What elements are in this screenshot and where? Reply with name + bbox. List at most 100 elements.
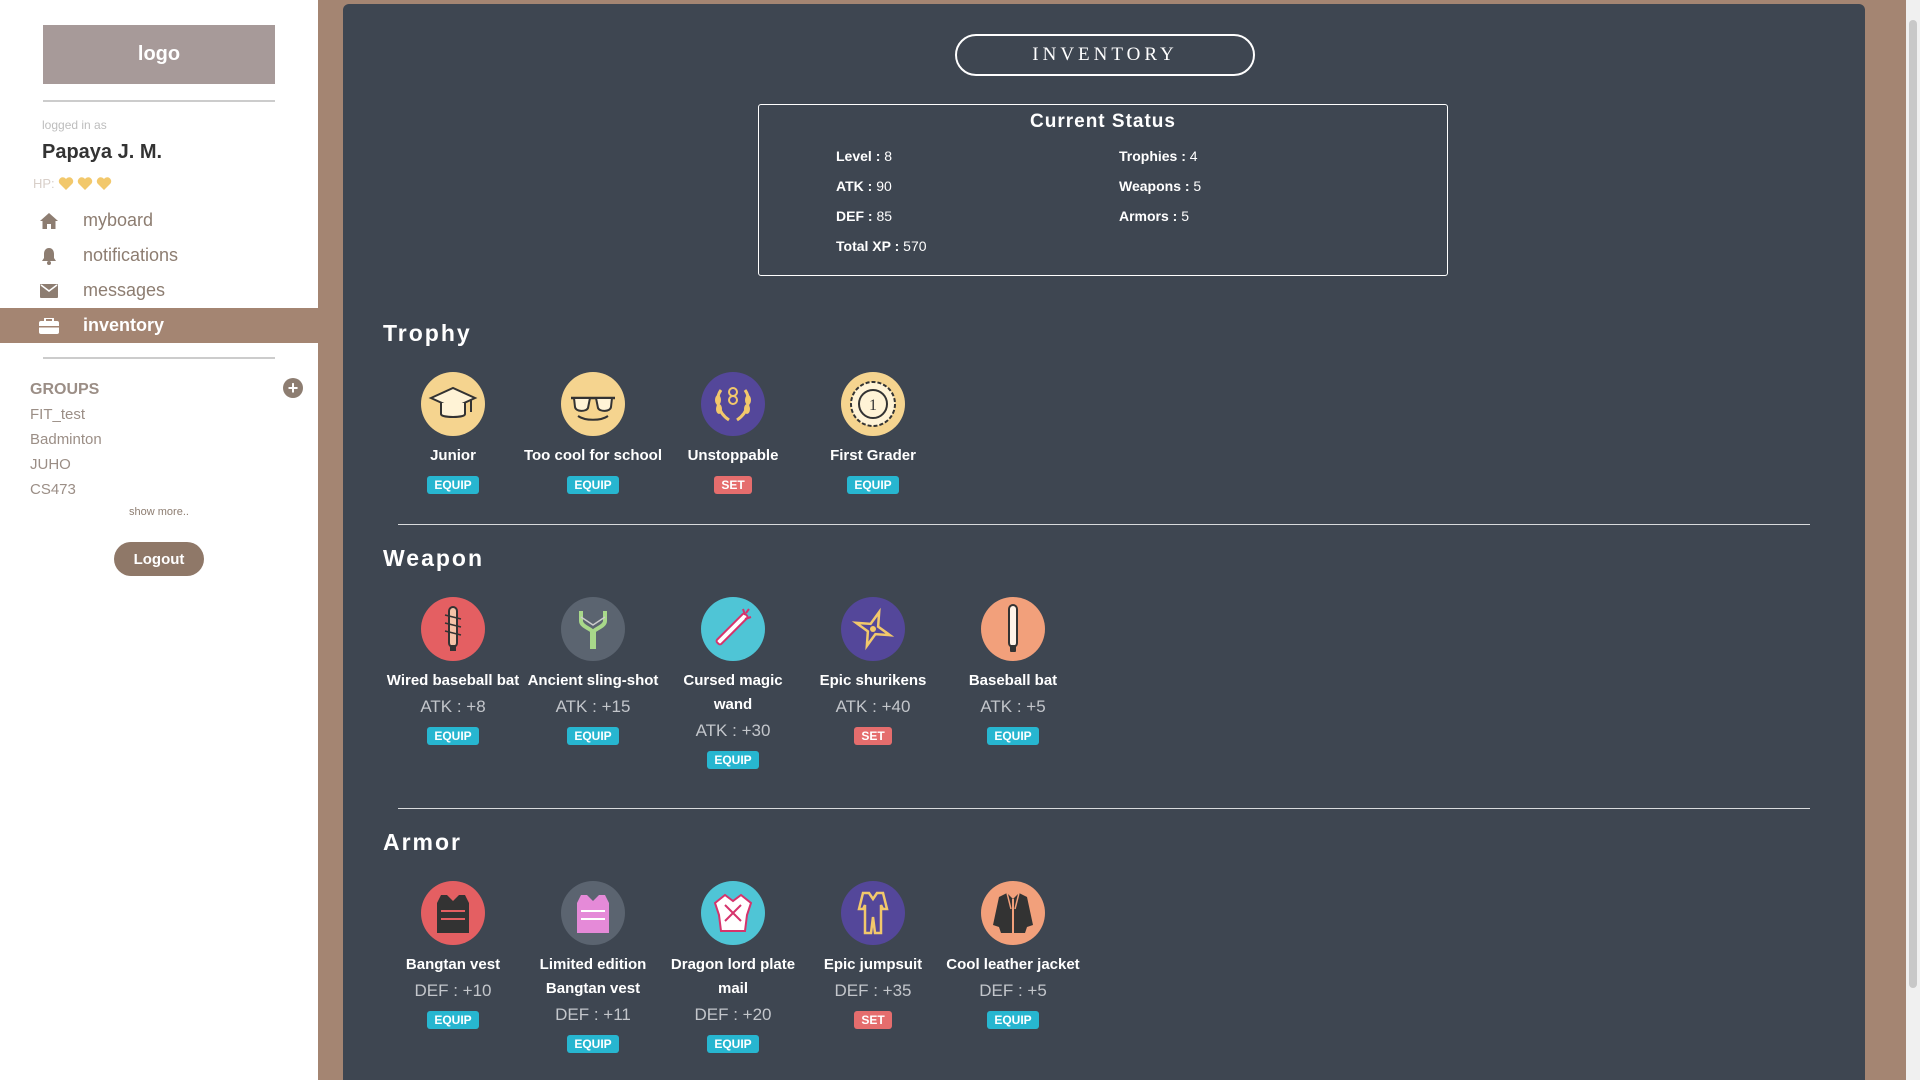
item-name: Wired baseball bat xyxy=(386,672,520,689)
set-button[interactable]: SET xyxy=(854,727,892,745)
item-stat: DEF : +5 xyxy=(979,981,1047,1000)
groups-title: GROUPS xyxy=(30,381,100,398)
item-name: Baseball bat xyxy=(968,672,1058,689)
weapon-item: Ancient sling-shot ATK : +15 EQUIP xyxy=(523,597,663,745)
nav-item-inventory[interactable]: inventory xyxy=(0,308,318,343)
scroll-thumb[interactable] xyxy=(1909,20,1917,988)
equip-button[interactable]: EQUIP xyxy=(427,476,479,494)
laurel-medal-icon xyxy=(701,372,765,436)
nav-item-messages[interactable]: messages xyxy=(0,273,318,308)
armor-item: Bangtan vest DEF : +10 EQUIP xyxy=(383,881,523,1029)
item-name: Cursed magic wand xyxy=(683,672,783,713)
nav-item-myboard[interactable]: myboard xyxy=(0,203,318,238)
hp-indicator: HP: xyxy=(33,176,112,191)
equip-button[interactable]: EQUIP xyxy=(567,476,619,494)
nav-item-notifications[interactable]: notifications xyxy=(0,238,318,273)
item-name: Cool leather jacket xyxy=(946,956,1080,973)
bell-icon xyxy=(39,246,59,266)
equip-button[interactable]: EQUIP xyxy=(427,727,479,745)
nav-label: inventory xyxy=(83,315,165,335)
wired-bat-icon xyxy=(421,597,485,661)
equip-button[interactable]: EQUIP xyxy=(707,751,759,769)
heart-icon xyxy=(96,177,111,190)
trophy-item: Junior EQUIP xyxy=(383,372,523,494)
baseball-bat-icon xyxy=(981,597,1045,661)
user-name: Papaya J. M. xyxy=(42,141,163,163)
divider xyxy=(43,100,275,102)
trophy-item: 1 First Grader EQUIP xyxy=(803,372,943,494)
slingshot-icon xyxy=(561,597,625,661)
item-name: Junior xyxy=(430,447,476,464)
equip-button[interactable]: EQUIP xyxy=(567,1035,619,1053)
equip-button[interactable]: EQUIP xyxy=(847,476,899,494)
group-item[interactable]: JUHO xyxy=(30,456,71,473)
trophy-item: Too cool for school EQUIP xyxy=(523,372,663,494)
item-name: Bangtan vest xyxy=(405,956,501,973)
nav-label: notifications xyxy=(83,245,179,265)
item-stat: DEF : +35 xyxy=(834,981,912,1000)
section-title-trophy: Trophy xyxy=(383,320,472,346)
group-item[interactable]: CS473 xyxy=(30,481,76,498)
logout-button[interactable]: Logout xyxy=(114,542,204,576)
group-item[interactable]: Badminton xyxy=(30,431,102,448)
sunglasses-icon xyxy=(561,372,625,436)
jumpsuit-icon xyxy=(841,881,905,945)
item-name: Epic shurikens xyxy=(819,672,927,689)
briefcase-icon xyxy=(39,316,59,336)
stat-level: Level : 8 xyxy=(836,148,893,164)
weapon-item: Wired baseball bat ATK : +8 EQUIP xyxy=(383,597,523,745)
equip-button[interactable]: EQUIP xyxy=(707,1035,759,1053)
home-icon xyxy=(39,211,59,231)
equip-button[interactable]: EQUIP xyxy=(567,727,619,745)
weapon-item: Epic shurikens ATK : +40 SET xyxy=(803,597,943,745)
trophy-item: Unstoppable SET xyxy=(663,372,803,494)
add-group-button[interactable]: + xyxy=(283,378,303,398)
stat-def: DEF : 85 xyxy=(836,208,893,224)
set-button[interactable]: SET xyxy=(714,476,752,494)
set-button[interactable]: SET xyxy=(854,1011,892,1029)
equip-button[interactable]: EQUIP xyxy=(987,727,1039,745)
stat-weapons: Weapons : 5 xyxy=(1119,178,1202,194)
item-name: Epic jumpsuit xyxy=(823,956,923,973)
armor-item: Dragon lord plate mail DEF : +20 EQUIP xyxy=(663,881,803,1053)
sidebar: logo logged in as Papaya J. M. HP: myboa… xyxy=(0,0,318,1080)
item-stat: DEF : +11 xyxy=(555,1005,631,1024)
item-stat: ATK : +30 xyxy=(695,721,771,740)
graduation-cap-icon xyxy=(421,372,485,436)
item-name: Too cool for school xyxy=(523,447,663,464)
stat-trophies: Trophies : 4 xyxy=(1119,148,1198,164)
section-divider xyxy=(398,524,1810,525)
heart-icon xyxy=(58,177,73,190)
leather-jacket-icon xyxy=(981,881,1045,945)
section-title-weapon: Weapon xyxy=(383,545,485,571)
logo[interactable]: logo xyxy=(43,25,275,84)
svg-text:1: 1 xyxy=(869,397,877,414)
first-place-badge-icon: 1 xyxy=(841,372,905,436)
item-stat: ATK : +15 xyxy=(555,697,631,716)
page-title: INVENTORY xyxy=(955,34,1255,76)
section-divider xyxy=(398,808,1810,809)
item-name: Dragon lord plate mail xyxy=(670,956,796,997)
current-status-panel: Current Status Level : 8 ATK : 90 DEF : … xyxy=(758,104,1448,276)
stat-atk: ATK : 90 xyxy=(836,178,892,194)
logged-in-label: logged in as xyxy=(42,118,107,132)
stat-armors: Armors : 5 xyxy=(1119,208,1190,224)
equip-button[interactable]: EQUIP xyxy=(987,1011,1039,1029)
nav-label: myboard xyxy=(83,210,154,230)
show-more-link[interactable]: show more.. xyxy=(0,506,318,518)
armor-item: Epic jumpsuit DEF : +35 SET xyxy=(803,881,943,1029)
equip-button[interactable]: EQUIP xyxy=(427,1011,479,1029)
divider xyxy=(43,357,275,359)
plate-mail-icon xyxy=(701,881,765,945)
status-title: Current Status xyxy=(1030,111,1176,132)
item-name: Limited edition Bangtan vest xyxy=(539,956,647,997)
scrollbar[interactable] xyxy=(1906,0,1920,1080)
weapon-item: Cursed magic wand ATK : +30 EQUIP xyxy=(663,597,803,769)
item-name: Unstoppable xyxy=(687,447,779,464)
group-item[interactable]: FIT_test xyxy=(30,406,85,423)
item-name: First Grader xyxy=(830,447,916,464)
item-stat: ATK : +8 xyxy=(420,697,486,716)
heart-icon xyxy=(77,177,92,190)
weapon-item: Baseball bat ATK : +5 EQUIP xyxy=(943,597,1083,745)
nav-label: messages xyxy=(83,280,166,300)
